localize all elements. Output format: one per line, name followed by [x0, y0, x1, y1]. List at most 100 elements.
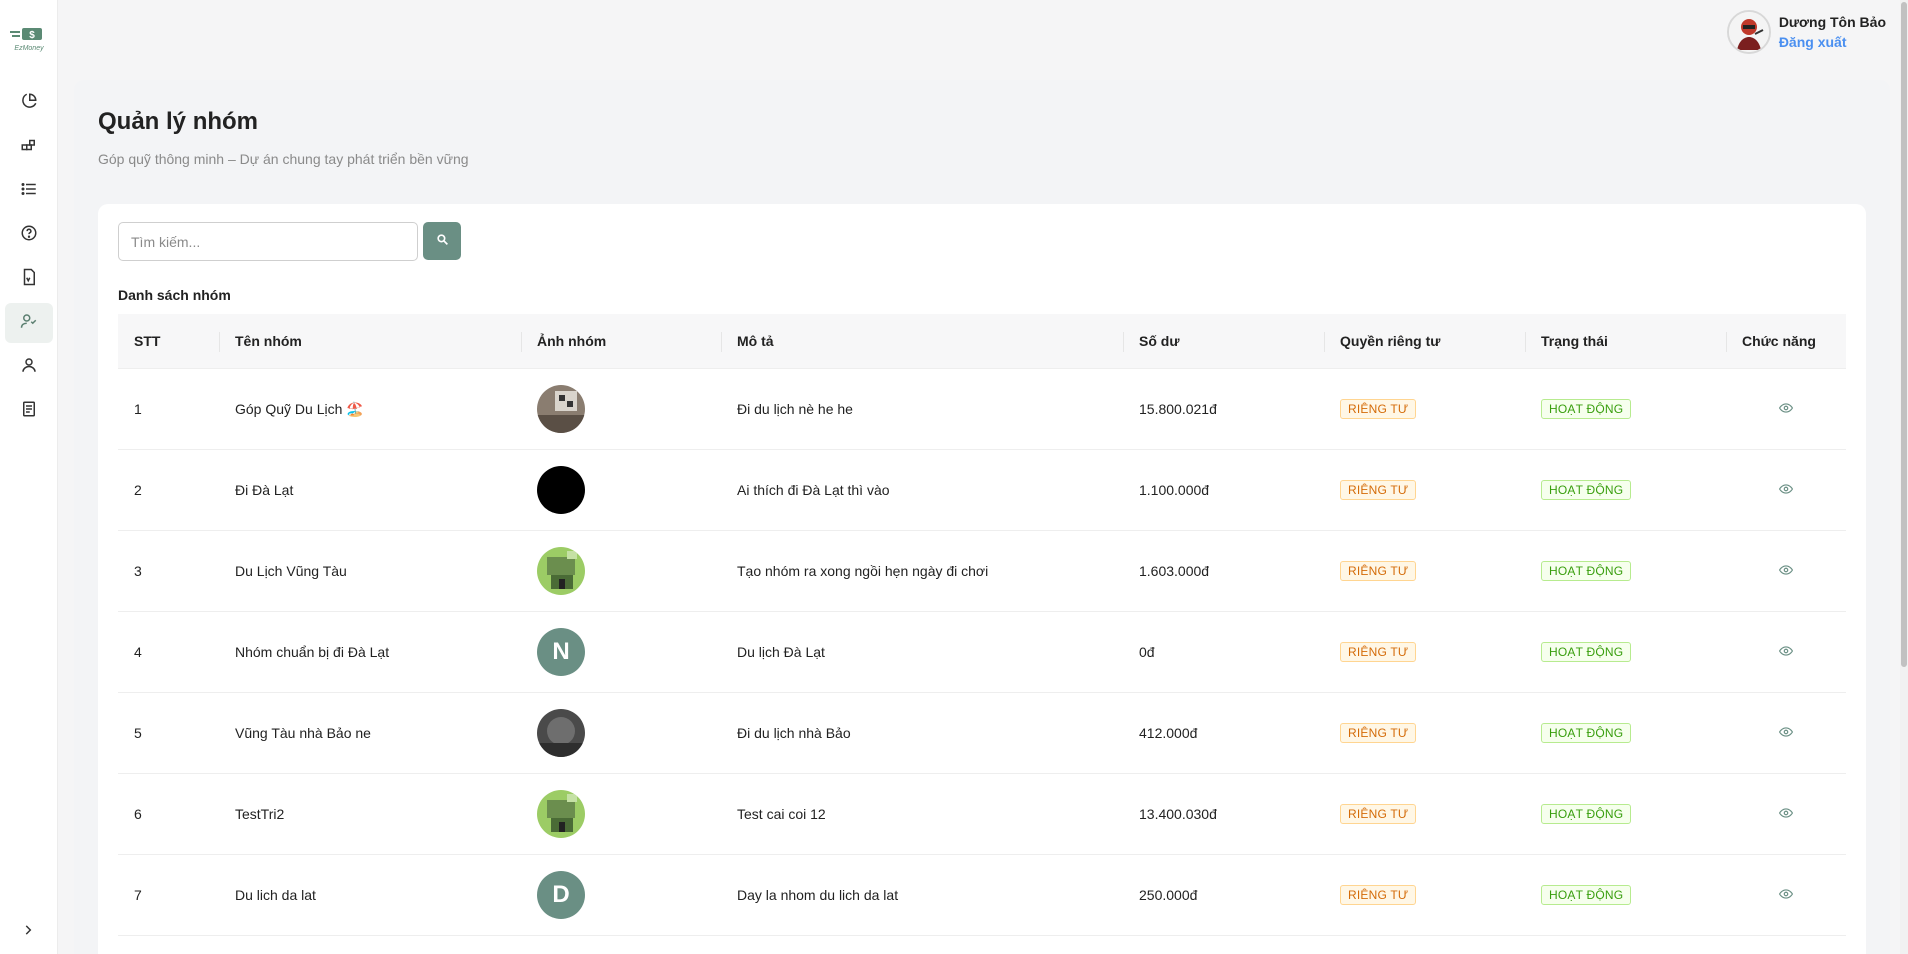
table-row: 2 Đi Đà Lạt Ai thích đi Đà Lạt thì vào 1…: [118, 450, 1846, 531]
eye-icon: [1778, 482, 1794, 499]
sidebar-item-list[interactable]: [5, 171, 53, 211]
cell-image: [521, 790, 721, 838]
sidebar-item-dashboard[interactable]: [5, 83, 53, 123]
view-group-button[interactable]: [1778, 563, 1794, 580]
status-badge: HOẠT ĐỘNG: [1541, 885, 1632, 905]
list-title: Danh sách nhóm: [118, 287, 231, 303]
logout-link[interactable]: Đăng xuất: [1779, 34, 1886, 50]
status-badge: HOẠT ĐỘNG: [1541, 642, 1632, 662]
cell-status: HOẠT ĐỘNG: [1525, 399, 1726, 419]
eye-icon: [1778, 887, 1794, 904]
scrollbar-thumb[interactable]: [1901, 2, 1907, 667]
column-header-name[interactable]: Tên nhóm: [219, 314, 521, 368]
cell-status: HOẠT ĐỘNG: [1525, 885, 1726, 905]
view-group-button[interactable]: [1778, 482, 1794, 499]
cell-image: [521, 466, 721, 514]
sidebar-item-documents[interactable]: [5, 259, 53, 299]
cell-stt: 5: [134, 725, 142, 741]
sidebar-item-help[interactable]: [5, 215, 53, 255]
user-menu[interactable]: Dương Tôn Bảo Đăng xuất: [1726, 10, 1886, 54]
column-header-balance[interactable]: Số dư: [1123, 314, 1324, 368]
status-badge: HOẠT ĐỘNG: [1541, 399, 1632, 419]
cell-privacy: RIÊNG TƯ: [1324, 723, 1525, 743]
svg-text:$: $: [29, 30, 35, 41]
sidebar-item-receipts[interactable]: [5, 391, 53, 431]
sidebar-item-blocks[interactable]: [5, 127, 53, 167]
cell-status: HOẠT ĐỘNG: [1525, 804, 1726, 824]
sidebar-item-groups[interactable]: [5, 303, 53, 343]
cell-stt: 2: [134, 482, 142, 498]
search-icon: [436, 233, 449, 249]
cell-balance: 0đ: [1139, 644, 1155, 660]
table-row: 5 Vũng Tàu nhà Bảo ne Đi du lịch nhà Bảo…: [118, 693, 1846, 774]
status-badge: HOẠT ĐỘNG: [1541, 561, 1632, 581]
view-group-button[interactable]: [1778, 401, 1794, 418]
privacy-badge: RIÊNG TƯ: [1340, 399, 1417, 419]
groups-table: STT Tên nhóm Ảnh nhóm Mô tả Số dư Quyền …: [118, 314, 1846, 936]
status-badge: HOẠT ĐỘNG: [1541, 480, 1632, 500]
cell-name: Vũng Tàu nhà Bảo ne: [235, 725, 371, 741]
cell-balance: 412.000đ: [1139, 725, 1198, 741]
privacy-badge: RIÊNG TƯ: [1340, 561, 1417, 581]
sidebar: $ EzMoney: [0, 0, 58, 954]
column-header-actions[interactable]: Chức năng: [1726, 314, 1846, 368]
cell-name: Góp Quỹ Du Lịch 🏖️: [235, 400, 364, 417]
cell-name: Du lich da lat: [235, 887, 316, 903]
cell-description: Đi du lịch nè he he: [737, 401, 853, 417]
cell-status: HOẠT ĐỘNG: [1525, 723, 1726, 743]
table-row: 1 Góp Quỹ Du Lịch 🏖️ Đi du lịch nè he he…: [118, 369, 1846, 450]
cell-privacy: RIÊNG TƯ: [1324, 561, 1525, 581]
cell-stt: 6: [134, 806, 142, 822]
list-icon: [20, 180, 38, 203]
cell-status: HOẠT ĐỘNG: [1525, 642, 1726, 662]
page-scrollbar[interactable]: [1900, 0, 1908, 954]
column-header-privacy[interactable]: Quyền riêng tư: [1324, 314, 1525, 368]
eye-icon: [1778, 725, 1794, 742]
eye-icon: [1778, 806, 1794, 823]
cell-status: HOẠT ĐỘNG: [1525, 561, 1726, 581]
cell-balance: 1.100.000đ: [1139, 482, 1210, 498]
view-group-button[interactable]: [1778, 644, 1794, 661]
page-title: Quản lý nhóm: [98, 108, 259, 135]
app-logo[interactable]: $ EzMoney: [8, 26, 50, 52]
user-icon: [20, 356, 38, 379]
search-input[interactable]: [118, 222, 418, 261]
avatar[interactable]: [1726, 10, 1771, 54]
view-group-button[interactable]: [1778, 806, 1794, 823]
table-row: 6 TestTri2 Test cai coi 12 13.400.030đ R…: [118, 774, 1846, 855]
cell-actions: [1726, 563, 1846, 580]
group-image: [537, 547, 585, 595]
cell-description: Du lịch Đà Lạt: [737, 644, 825, 660]
groups-card: Danh sách nhóm STT Tên nhóm Ảnh nhóm Mô …: [98, 204, 1866, 954]
table-row: 4 Nhóm chuẩn bị đi Đà Lạt N Du lịch Đà L…: [118, 612, 1846, 693]
cell-actions: [1726, 806, 1846, 823]
column-header-image[interactable]: Ảnh nhóm: [521, 314, 721, 368]
cell-privacy: RIÊNG TƯ: [1324, 642, 1525, 662]
group-image: [537, 709, 585, 757]
receipt-icon: [20, 400, 38, 423]
sidebar-item-profile[interactable]: [5, 347, 53, 387]
cell-status: HOẠT ĐỘNG: [1525, 480, 1726, 500]
privacy-badge: RIÊNG TƯ: [1340, 723, 1417, 743]
column-header-status[interactable]: Trạng thái: [1525, 314, 1726, 368]
column-header-stt[interactable]: STT: [118, 314, 219, 368]
user-name: Dương Tôn Bảo: [1778, 14, 1886, 30]
cell-stt: 3: [134, 563, 142, 579]
search-button[interactable]: [423, 222, 461, 260]
cell-privacy: RIÊNG TƯ: [1324, 399, 1525, 419]
cell-name: Du Lịch Vũng Tàu: [235, 563, 347, 579]
view-group-button[interactable]: [1778, 887, 1794, 904]
cell-name: Nhóm chuẩn bị đi Đà Lạt: [235, 644, 390, 660]
group-avatar-letter: D: [552, 881, 570, 908]
table-row: 7 Du lich da lat D Day la nhom du lich d…: [118, 855, 1846, 936]
cell-actions: [1726, 482, 1846, 499]
cell-name: Đi Đà Lạt: [235, 482, 294, 498]
chevron-right-icon: [21, 923, 35, 942]
view-group-button[interactable]: [1778, 725, 1794, 742]
cell-description: Ai thích đi Đà Lạt thì vào: [737, 482, 890, 498]
cell-image: N: [521, 628, 721, 676]
page-subtitle: Góp quỹ thông minh – Dự án chung tay phá…: [98, 151, 469, 167]
column-header-description[interactable]: Mô tả: [721, 314, 1123, 368]
sidebar-collapse-button[interactable]: [14, 920, 42, 944]
cell-stt: 7: [134, 887, 142, 903]
